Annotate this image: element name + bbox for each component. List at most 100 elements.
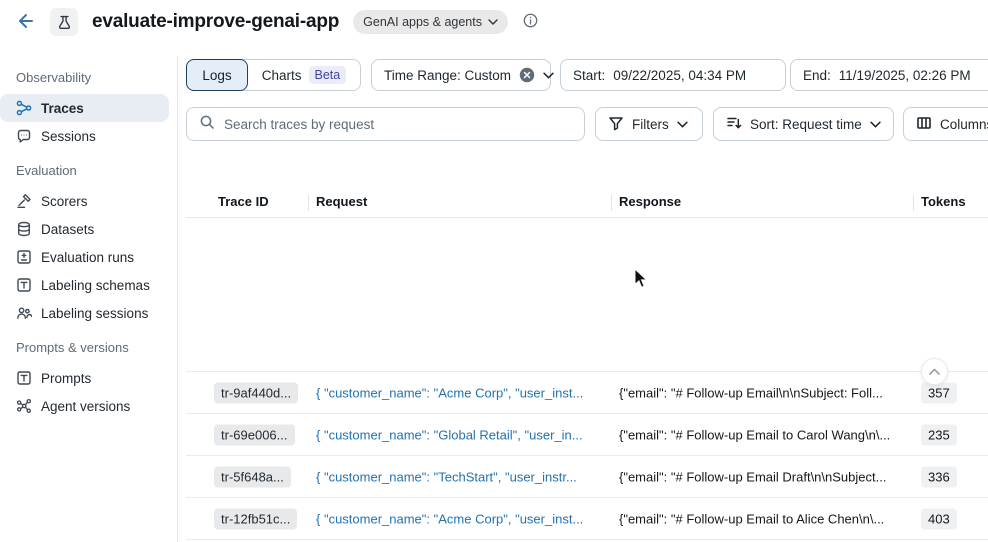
sidebar-section-prompts-versions: Prompts & versions Prompts Agent version… bbox=[0, 340, 177, 420]
response-cell: {"email": "# Follow-up Email to Carol Wa… bbox=[619, 427, 909, 442]
sidebar-item-traces[interactable]: Traces bbox=[0, 94, 169, 122]
column-divider[interactable] bbox=[611, 195, 612, 211]
sidebar-item-label: Labeling schemas bbox=[41, 278, 150, 293]
tab-charts-label: Charts bbox=[262, 68, 302, 83]
filters-label: Filters bbox=[632, 117, 669, 132]
table-row[interactable]: tr-12fb51c... { "customer_name": "Acme C… bbox=[186, 498, 988, 540]
chevron-down-icon bbox=[870, 121, 881, 128]
column-divider[interactable] bbox=[913, 195, 914, 211]
sidebar-item-label: Evaluation runs bbox=[41, 250, 134, 265]
sidebar: Observability Traces Sessions Evaluation bbox=[0, 56, 178, 542]
info-icon bbox=[522, 12, 539, 32]
response-cell: {"email": "# Follow-up Email Draft\n\nSu… bbox=[619, 469, 909, 484]
agent-versions-icon bbox=[16, 398, 32, 414]
app-type-badge-label: GenAI apps & agents bbox=[363, 15, 482, 29]
sidebar-item-label: Traces bbox=[41, 101, 84, 116]
sidebar-item-prompts[interactable]: Prompts bbox=[0, 364, 169, 392]
columns-icon bbox=[916, 115, 932, 134]
sidebar-item-labeling-schemas[interactable]: Labeling schemas bbox=[0, 271, 169, 299]
time-range-label: Time Range: Custom bbox=[384, 68, 511, 83]
response-cell: {"email": "# Follow-up Email\n\nSubject:… bbox=[619, 385, 909, 400]
tokens-cell: 403 bbox=[921, 508, 957, 529]
chevron-down-icon bbox=[488, 19, 498, 25]
table-row[interactable]: tr-69e006... { "customer_name": "Global … bbox=[186, 414, 988, 456]
sidebar-section-observability: Observability Traces Sessions bbox=[0, 70, 177, 150]
tokens-cell: 357 bbox=[921, 382, 957, 403]
logs-charts-tab-group: Logs Charts Beta bbox=[186, 59, 361, 91]
info-button[interactable] bbox=[522, 12, 539, 32]
column-header-request[interactable]: Request bbox=[316, 194, 367, 209]
trace-table-rows: tr-9af440d... { "customer_name": "Acme C… bbox=[186, 371, 988, 540]
filter-funnel-icon bbox=[608, 115, 624, 134]
scorers-icon bbox=[16, 193, 32, 209]
app-window: evaluate-improve-genai-app GenAI apps & … bbox=[0, 0, 988, 542]
request-cell-link[interactable]: { "customer_name": "Acme Corp", "user_in… bbox=[316, 385, 602, 400]
labeling-sessions-icon bbox=[16, 305, 32, 321]
prompts-icon bbox=[16, 370, 32, 386]
sort-icon bbox=[726, 115, 742, 134]
chevron-up-icon bbox=[928, 364, 941, 379]
trace-id-cell[interactable]: tr-5f648a... bbox=[214, 466, 291, 487]
filters-button[interactable]: Filters bbox=[595, 107, 703, 141]
sidebar-item-label: Scorers bbox=[41, 194, 88, 209]
clear-circle-x-icon[interactable] bbox=[519, 67, 535, 83]
request-cell-link[interactable]: { "customer_name": "Acme Corp", "user_in… bbox=[316, 511, 602, 526]
evaluation-runs-icon bbox=[16, 249, 32, 265]
sessions-icon bbox=[16, 128, 32, 144]
back-button[interactable] bbox=[14, 11, 36, 33]
sidebar-item-label: Prompts bbox=[41, 371, 91, 386]
columns-button[interactable]: Columns bbox=[903, 107, 988, 141]
sidebar-item-datasets[interactable]: Datasets bbox=[0, 215, 169, 243]
request-cell-link[interactable]: { "customer_name": "Global Retail", "use… bbox=[316, 427, 602, 442]
sidebar-section-evaluation: Evaluation Scorers Datasets Evaluation r… bbox=[0, 163, 177, 327]
response-cell: {"email": "# Follow-up Email to Alice Ch… bbox=[619, 511, 909, 526]
search-box bbox=[186, 107, 585, 141]
tokens-cell: 235 bbox=[921, 424, 957, 445]
end-label: End: bbox=[803, 68, 831, 83]
column-divider[interactable] bbox=[308, 195, 309, 211]
sidebar-section-label: Prompts & versions bbox=[16, 340, 177, 356]
experiment-flask-icon bbox=[50, 8, 78, 36]
column-header-tokens[interactable]: Tokens bbox=[921, 194, 966, 209]
datasets-icon bbox=[16, 221, 32, 237]
sidebar-section-label: Evaluation bbox=[16, 163, 177, 179]
start-value: 09/22/2025, 04:34 PM bbox=[613, 68, 746, 83]
tokens-cell: 336 bbox=[921, 466, 957, 487]
app-type-badge[interactable]: GenAI apps & agents bbox=[353, 10, 508, 34]
table-row[interactable]: tr-5f648a... { "customer_name": "TechSta… bbox=[186, 456, 988, 498]
sidebar-item-sessions[interactable]: Sessions bbox=[0, 122, 169, 150]
sidebar-item-label: Sessions bbox=[41, 129, 96, 144]
column-header-trace-id[interactable]: Trace ID bbox=[218, 194, 269, 209]
trace-id-cell[interactable]: tr-9af440d... bbox=[214, 382, 298, 403]
sidebar-item-agent-versions[interactable]: Agent versions bbox=[0, 392, 169, 420]
sidebar-item-label: Agent versions bbox=[41, 399, 130, 414]
trace-id-cell[interactable]: tr-12fb51c... bbox=[214, 508, 297, 529]
sidebar-item-labeling-sessions[interactable]: Labeling sessions bbox=[0, 299, 169, 327]
search-input[interactable] bbox=[224, 117, 572, 132]
column-header-response[interactable]: Response bbox=[619, 194, 681, 209]
columns-label: Columns bbox=[940, 117, 988, 132]
labeling-schemas-icon bbox=[16, 277, 32, 293]
table-row[interactable]: tr-9af440d... { "customer_name": "Acme C… bbox=[186, 372, 988, 414]
end-date-field[interactable]: End: 11/19/2025, 02:26 PM bbox=[790, 59, 988, 91]
sidebar-item-label: Datasets bbox=[41, 222, 94, 237]
sort-label: Sort: Request time bbox=[750, 117, 862, 132]
sort-button[interactable]: Sort: Request time bbox=[713, 107, 894, 141]
sidebar-item-scorers[interactable]: Scorers bbox=[0, 187, 169, 215]
end-value: 11/19/2025, 02:26 PM bbox=[839, 68, 971, 83]
trace-id-cell[interactable]: tr-69e006... bbox=[214, 424, 295, 445]
scroll-to-top-button[interactable] bbox=[921, 358, 948, 385]
traces-icon bbox=[16, 100, 32, 116]
sidebar-item-evaluation-runs[interactable]: Evaluation runs bbox=[0, 243, 169, 271]
sidebar-item-label: Labeling sessions bbox=[41, 306, 148, 321]
header: evaluate-improve-genai-app GenAI apps & … bbox=[0, 0, 988, 44]
time-range-dropdown[interactable]: Time Range: Custom bbox=[371, 59, 551, 91]
chevron-down-icon bbox=[543, 72, 554, 79]
sidebar-section-label: Observability bbox=[16, 70, 177, 86]
mouse-cursor bbox=[634, 268, 648, 294]
request-cell-link[interactable]: { "customer_name": "TechStart", "user_in… bbox=[316, 469, 602, 484]
tab-charts[interactable]: Charts Beta bbox=[248, 60, 360, 90]
start-date-field[interactable]: Start: 09/22/2025, 04:34 PM bbox=[560, 59, 786, 91]
chevron-down-icon bbox=[677, 121, 688, 128]
tab-logs[interactable]: Logs bbox=[186, 59, 248, 91]
